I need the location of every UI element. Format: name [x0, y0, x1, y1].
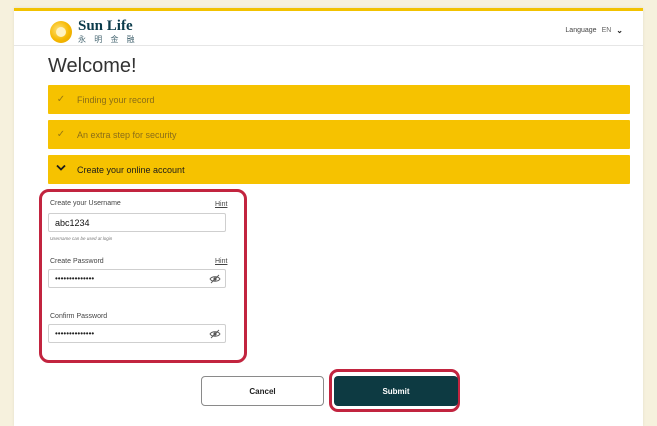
password-label: Create Password: [50, 258, 104, 265]
brand-logo[interactable]: Sun Life 永 明 金 融: [50, 19, 138, 44]
password-hint-link[interactable]: Hint: [215, 258, 227, 265]
language-label: Language: [565, 27, 597, 34]
language-code: EN: [601, 27, 612, 34]
language-selector[interactable]: Language EN ⌄: [565, 26, 623, 35]
eye-slash-icon[interactable]: [209, 328, 221, 340]
password-input[interactable]: ••••••••••••••: [48, 269, 226, 288]
username-note: Username can be used at login: [50, 236, 113, 241]
eye-slash-icon[interactable]: [209, 273, 221, 285]
checkmark-icon: ✓: [56, 94, 66, 105]
brand-text: Sun Life 永 明 金 融: [78, 19, 138, 44]
step-finding-record[interactable]: ✓ Finding your record: [48, 85, 630, 114]
top-bar: Sun Life 永 明 金 融 Language EN ⌄: [14, 11, 643, 46]
step-extra-security[interactable]: ✓ An extra step for security: [48, 120, 630, 149]
step-label: An extra step for security: [77, 129, 177, 140]
confirm-password-label: Confirm Password: [50, 313, 108, 320]
page-title: Welcome!: [48, 55, 137, 77]
username-input[interactable]: abc1234: [48, 213, 226, 232]
checkmark-icon: ✓: [56, 129, 66, 140]
username-value: abc1234: [55, 217, 90, 228]
brand-name: Sun Life: [78, 18, 133, 34]
page-card: Sun Life 永 明 金 融 Language EN ⌄ Welcome! …: [14, 8, 643, 426]
submit-button[interactable]: Submit: [334, 376, 458, 406]
sun-logo-icon: [50, 20, 72, 43]
cancel-button[interactable]: Cancel: [201, 376, 324, 406]
step-create-account[interactable]: Create your online account: [48, 155, 630, 184]
chevron-down-icon: [55, 164, 67, 175]
password-value: ••••••••••••••: [55, 274, 95, 283]
confirm-password-input[interactable]: ••••••••••••••: [48, 324, 226, 343]
confirm-password-value: ••••••••••••••: [55, 329, 95, 338]
username-hint-link[interactable]: Hint: [215, 201, 227, 208]
step-label: Finding your record: [77, 94, 155, 105]
brand-subtitle: 永 明 金 融: [78, 35, 138, 44]
chevron-down-icon: ⌄: [616, 26, 623, 35]
step-label: Create your online account: [77, 164, 185, 175]
username-label: Create your Username: [50, 200, 121, 207]
